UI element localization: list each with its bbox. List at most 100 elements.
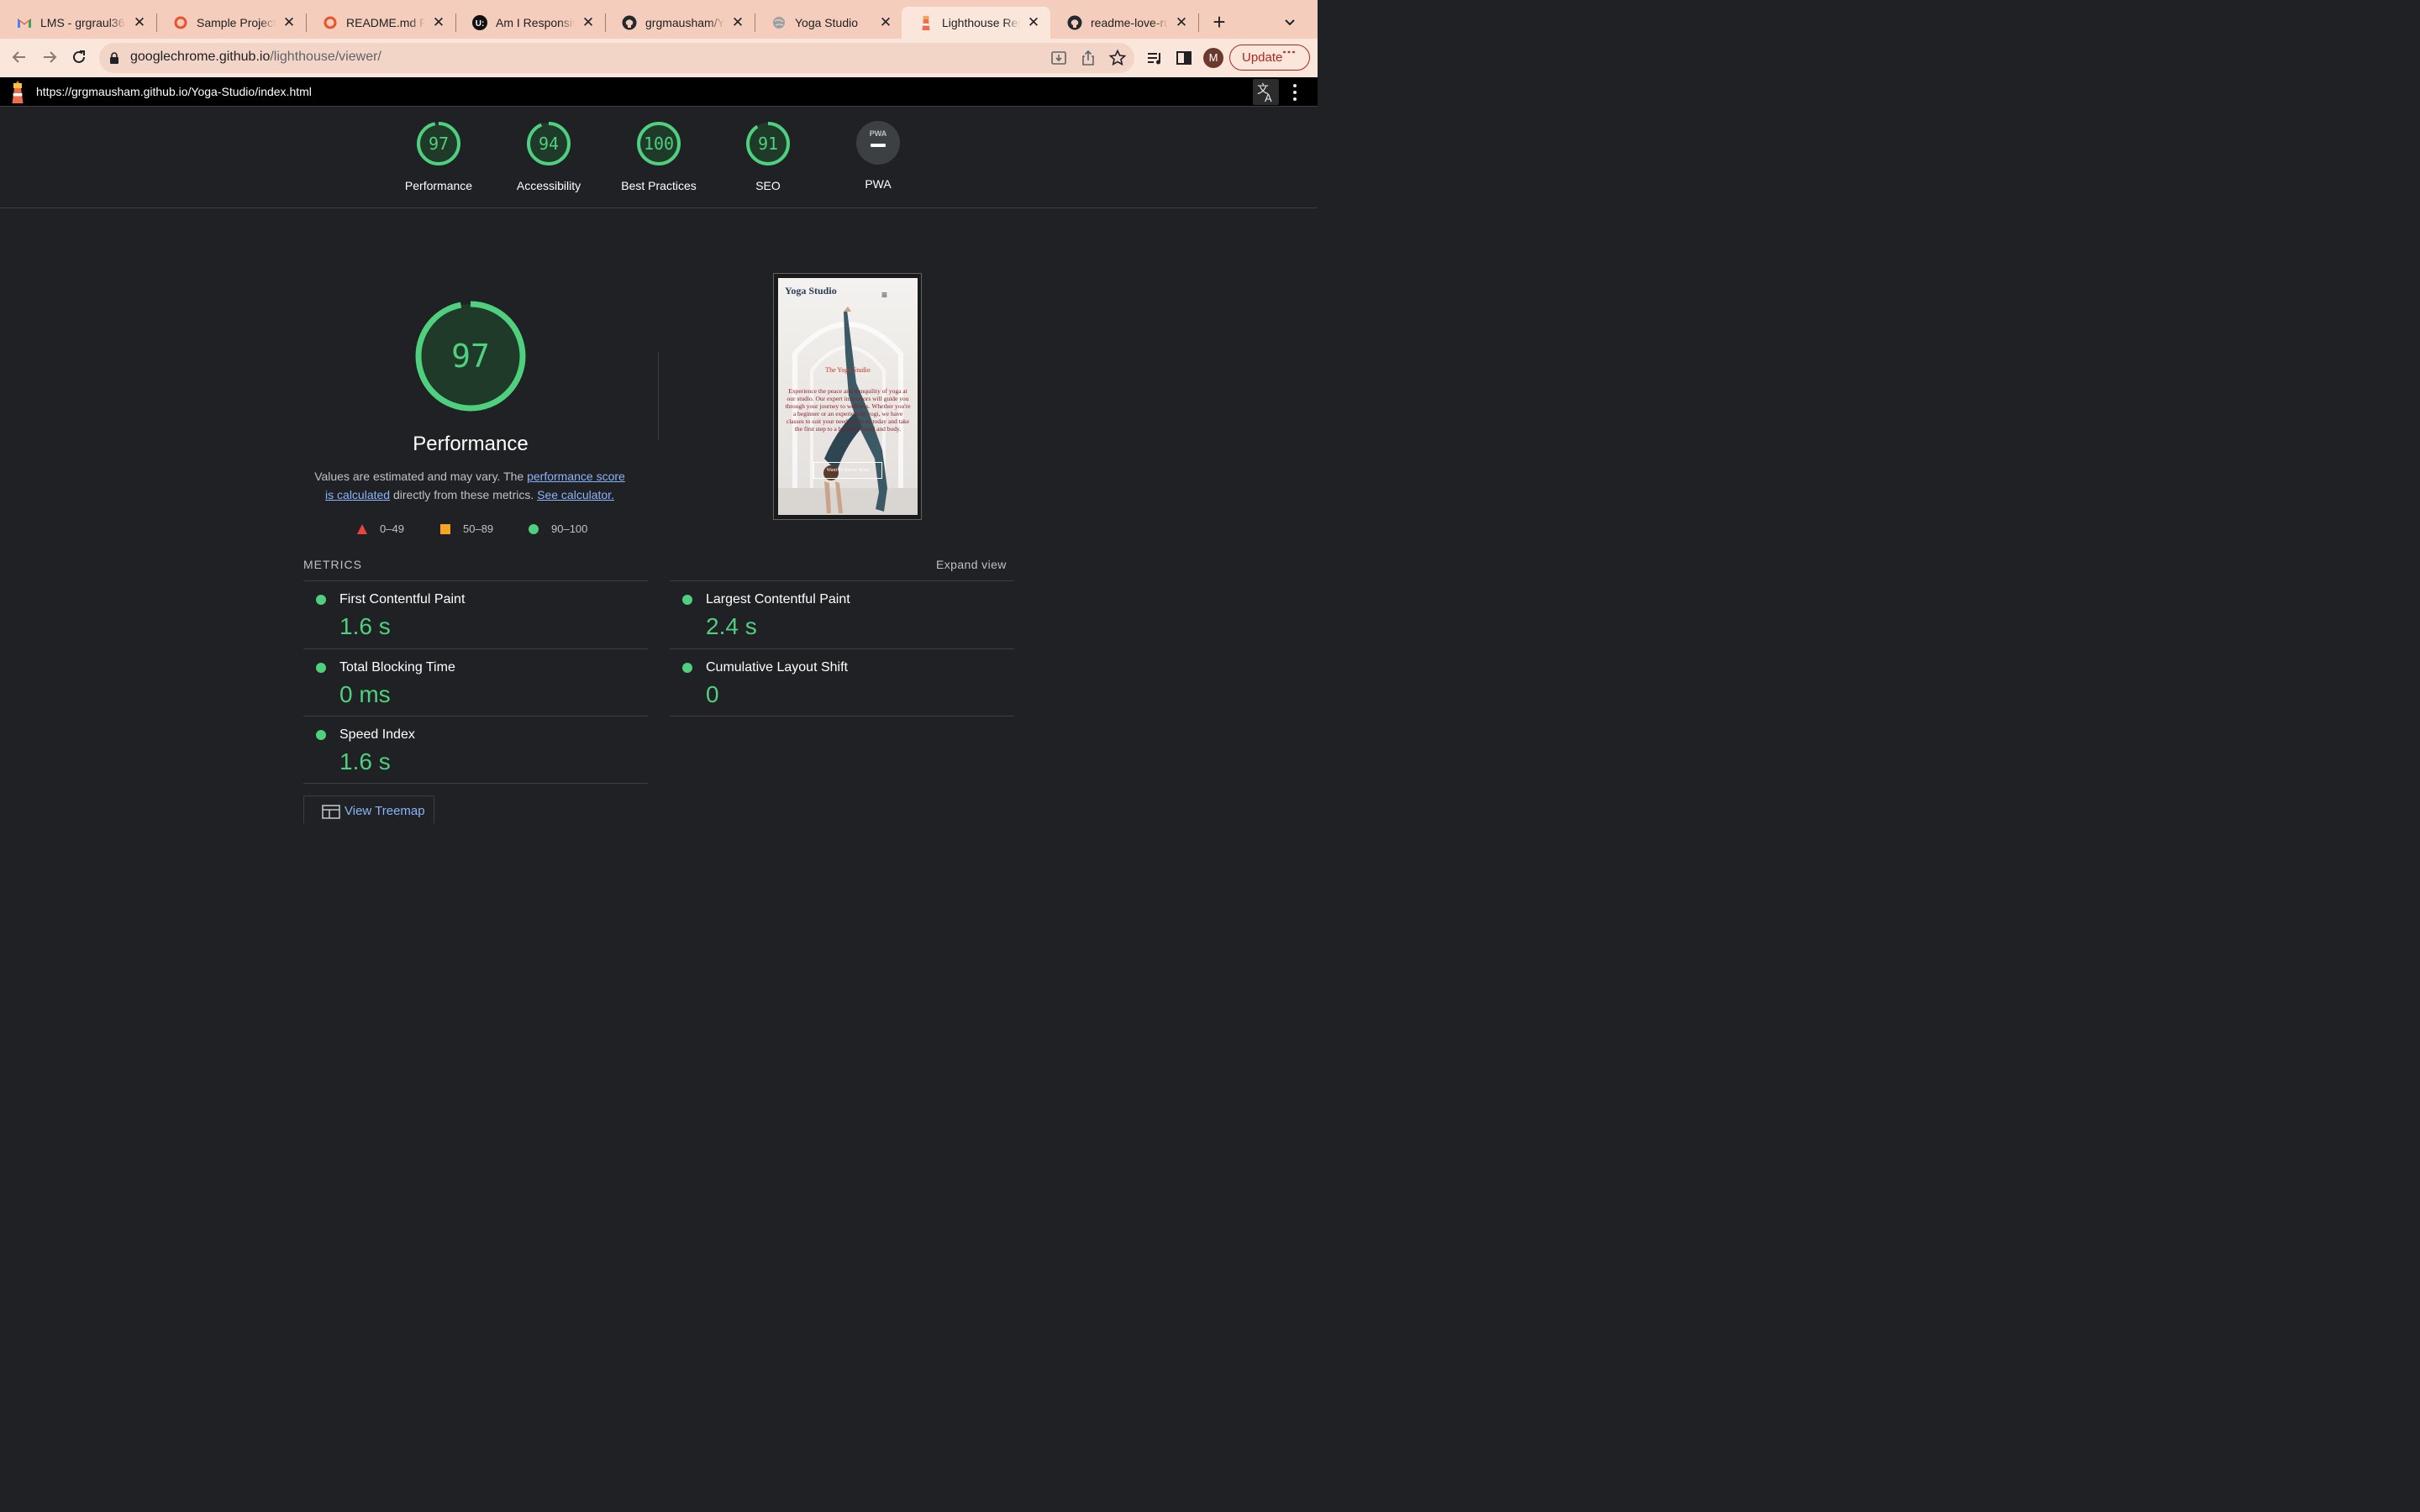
pwa-badge-icon: PWA <box>856 121 900 165</box>
lock-icon[interactable] <box>109 52 119 64</box>
metric-total-blocking-time: Total Blocking Time 0 ms <box>303 649 648 717</box>
metric-divider <box>670 716 1014 717</box>
pass-dot-icon <box>316 595 326 605</box>
tab-am-i-responsive[interactable]: U: Am I Responsive? ✕ <box>455 7 605 39</box>
metric-speed-index: Speed Index 1.6 s <box>303 717 648 784</box>
github-icon <box>622 15 637 30</box>
thumb-button: Want To Know More <box>813 462 882 479</box>
close-icon[interactable]: ✕ <box>580 14 597 31</box>
view-treemap-button[interactable]: View Treemap <box>303 795 434 823</box>
more-menu-icon[interactable]: ⋮ <box>1276 45 1301 58</box>
legend-pass: 90–100 <box>528 522 587 535</box>
screenshot-image: Yoga Studio ≡ The Yoga Studio Experience… <box>778 278 918 515</box>
svg-text:A: A <box>1265 92 1272 104</box>
pass-dot-icon <box>682 595 692 605</box>
performance-description: Values are estimated and may vary. The p… <box>314 470 625 501</box>
gauge-ring: 94 <box>527 122 571 165</box>
svg-text:94: 94 <box>539 134 559 154</box>
profile-avatar[interactable]: M <box>1203 48 1223 68</box>
github-icon <box>1067 15 1082 30</box>
see-calculator-link[interactable]: See calculator. <box>537 488 614 501</box>
metric-first-contentful-paint: First Contentful Paint 1.6 s <box>303 581 648 648</box>
treemap-icon <box>322 805 340 819</box>
expand-view-toggle[interactable]: Expand view <box>936 558 1007 571</box>
new-tab-button[interactable]: + <box>1208 10 1230 35</box>
gauge-ring: 97 <box>417 122 460 165</box>
gauge-ring: 91 <box>746 122 790 165</box>
audited-page-url[interactable]: https://grgmausham.github.io/Yoga-Studio… <box>36 85 312 98</box>
pass-dot-icon <box>316 663 326 673</box>
svg-text:U:: U: <box>476 19 485 29</box>
metrics-heading: METRICS <box>303 558 362 571</box>
side-panel-icon[interactable] <box>1174 48 1194 68</box>
gauge-ring: 100 <box>637 122 681 165</box>
gauge-best-practices[interactable]: 100 Best Practices <box>604 120 713 192</box>
thumb-heading: The Yoga Studio <box>825 366 871 374</box>
tab-sample-project[interactable]: Sample Project README ✕ <box>156 7 306 39</box>
forward-arrow-icon[interactable] <box>40 48 59 66</box>
install-icon[interactable] <box>1050 49 1068 67</box>
gauge-label: Accessibility <box>516 179 581 192</box>
close-icon[interactable]: ✕ <box>281 14 297 31</box>
tab-gmail[interactable]: LMS - grgraul36@gmail.com ✕ <box>0 7 156 39</box>
green-circle-icon <box>529 523 539 534</box>
circle-orange-icon <box>173 15 188 30</box>
translate-icon[interactable]: 文A <box>1253 79 1279 105</box>
lighthouse-icon <box>918 15 934 30</box>
tab-readme-guide[interactable]: README.md File Guide ✕ <box>306 7 455 39</box>
hamburger-menu-icon: ≡ <box>881 289 888 301</box>
svg-text:91: 91 <box>758 134 778 154</box>
close-icon[interactable]: ✕ <box>1025 14 1042 31</box>
close-icon[interactable]: ✕ <box>1173 14 1190 31</box>
tab-search-chevron-icon[interactable] <box>1281 13 1299 32</box>
media-controls-icon[interactable] <box>1144 48 1165 68</box>
thumb-site-title: Yoga Studio <box>785 285 837 297</box>
share-icon[interactable] <box>1079 49 1097 67</box>
update-button[interactable]: Update ⋮ <box>1229 45 1310 71</box>
close-icon[interactable]: ✕ <box>877 14 894 31</box>
close-icon[interactable]: ✕ <box>131 14 148 31</box>
tab-github-yoga[interactable]: grgmausham/Yoga-Studio ✕ <box>605 7 755 39</box>
gauge-pwa[interactable]: PWA PWA <box>823 120 933 191</box>
svg-text:PWA: PWA <box>870 129 887 138</box>
circle-orange-icon <box>323 15 338 30</box>
close-icon[interactable]: ✕ <box>430 14 447 31</box>
metric-cumulative-layout-shift: Cumulative Layout Shift 0 <box>670 649 1014 717</box>
final-screenshot[interactable]: Yoga Studio ≡ The Yoga Studio Experience… <box>773 273 922 520</box>
gauge-label: SEO <box>755 179 781 192</box>
u-logo-icon: U: <box>472 15 487 30</box>
gmail-icon <box>17 15 32 30</box>
gauge-label: PWA <box>865 177 892 191</box>
thumb-paragraph: Experience the peace and tranquility of … <box>785 387 911 433</box>
tab-separator <box>1198 13 1199 32</box>
url-text[interactable]: googlechrome.github.io/lighthouse/viewer… <box>130 50 381 65</box>
lighthouse-logo-icon <box>8 81 27 104</box>
svg-text:97: 97 <box>451 338 490 375</box>
orange-square-icon <box>440 523 450 534</box>
gauge-label: Performance <box>404 179 473 192</box>
metric-divider <box>303 783 648 784</box>
legend-fail: 0–49 <box>356 522 404 535</box>
tab-lighthouse-viewer[interactable]: Lighthouse Report Viewer ✕ <box>902 7 1050 39</box>
close-icon[interactable]: ✕ <box>729 14 746 31</box>
svg-text:100: 100 <box>644 134 674 154</box>
tools-menu-icon[interactable] <box>1291 82 1299 102</box>
reload-icon[interactable] <box>70 48 88 66</box>
gauge-performance[interactable]: 97 Performance <box>384 120 493 192</box>
gauge-seo[interactable]: 91 SEO <box>713 120 823 192</box>
tab-yoga-studio[interactable]: Yoga Studio ✕ <box>755 7 902 39</box>
globe-icon <box>771 15 786 30</box>
pass-dot-icon <box>316 730 326 740</box>
svg-text:97: 97 <box>429 134 449 154</box>
tab-readme-love-running[interactable]: readme-love-running ✕ <box>1050 7 1198 39</box>
gauge-label: Best Practices <box>621 179 697 192</box>
performance-score-gauge: 97 <box>413 298 529 414</box>
performance-heading: Performance <box>413 433 529 455</box>
bookmark-star-icon[interactable] <box>1108 49 1127 67</box>
metric-largest-contentful-paint: Largest Contentful Paint 2.4 s <box>670 581 1014 648</box>
legend-average: 50–89 <box>439 522 493 535</box>
pass-dot-icon <box>682 663 692 673</box>
back-arrow-icon[interactable] <box>10 48 29 66</box>
vertical-divider <box>658 353 659 440</box>
gauge-accessibility[interactable]: 94 Accessibility <box>494 120 603 192</box>
